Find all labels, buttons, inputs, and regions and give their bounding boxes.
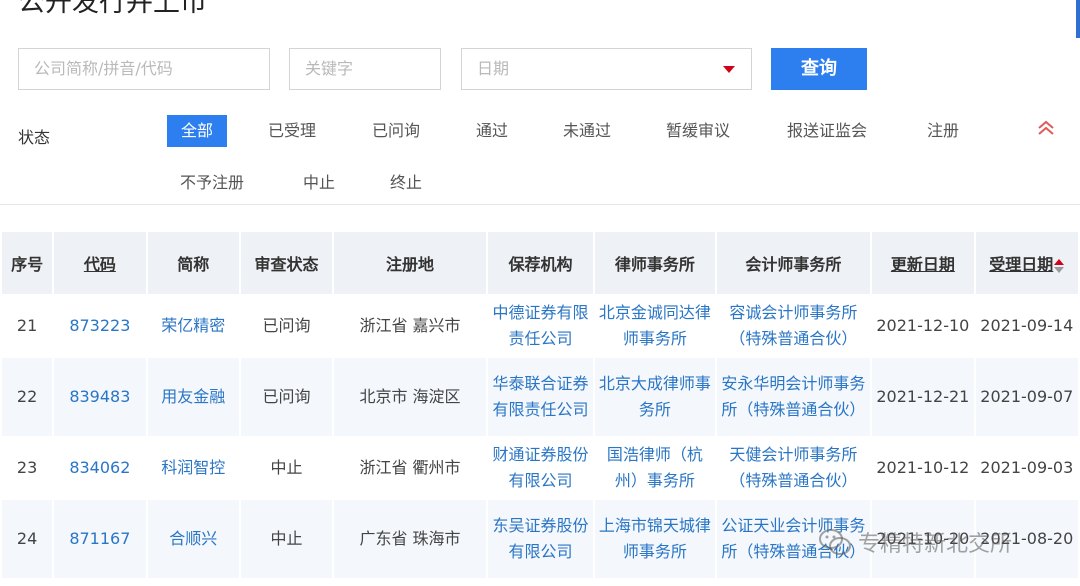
cell-status: 已问询 xyxy=(240,294,333,358)
status-option-not-registered[interactable]: 不予注册 xyxy=(180,167,244,199)
cell-location: 北京市 海淀区 xyxy=(334,358,486,436)
header-accounting-firm: 会计师事务所 xyxy=(716,232,871,294)
date-select[interactable]: 日期 xyxy=(461,48,752,90)
status-option-registered[interactable]: 注册 xyxy=(927,115,959,147)
ipo-table: 序号 代码 简称 审查状态 注册地 保荐机构 律师事务所 会计师事务所 更新日期… xyxy=(0,232,1080,578)
cell-code-link[interactable]: 873223 xyxy=(54,294,146,358)
company-search-input[interactable]: 公司简称/拼音/代码 xyxy=(18,48,270,90)
sort-arrows-icon[interactable] xyxy=(1054,258,1065,274)
cell-law-firm-link[interactable]: 上海市锦天城律师事务所 xyxy=(595,500,715,578)
cell-status: 已问询 xyxy=(240,358,333,436)
cell-name-link[interactable]: 用友金融 xyxy=(147,358,239,436)
cell-location: 广东省 珠海市 xyxy=(334,500,486,578)
status-filter-label: 状态 xyxy=(18,128,51,147)
cell-name-link[interactable]: 荣亿精密 xyxy=(147,294,239,358)
header-status: 审查状态 xyxy=(240,232,333,294)
header-accepted-date[interactable]: 受理日期 xyxy=(975,232,1078,294)
cell-code-link[interactable]: 871167 xyxy=(54,500,146,578)
cell-accepted-date: 2021-09-03 xyxy=(975,436,1078,500)
cell-accounting-firm-link[interactable]: 安永华明会计师事务所（特殊普通合伙） xyxy=(716,358,871,436)
cell-sponsor-link[interactable]: 东吴证券股份有限公司 xyxy=(487,500,594,578)
table-row: 23 834062 科润智控 中止 浙江省 衢州市 财通证券股份有限公司 国浩律… xyxy=(2,436,1078,500)
cell-law-firm-link[interactable]: 北京金诚同达律师事务所 xyxy=(595,294,715,358)
cell-accepted-date: 2021-08-20 xyxy=(975,500,1078,578)
table-row: 24 871167 合顺兴 中止 广东省 珠海市 东吴证券股份有限公司 上海市锦… xyxy=(2,500,1078,578)
status-option-passed[interactable]: 通过 xyxy=(476,115,508,147)
section-divider xyxy=(0,204,1080,205)
cell-code-link[interactable]: 839483 xyxy=(54,358,146,436)
cell-accounting-firm-link[interactable]: 天健会计师事务所（特殊普通合伙） xyxy=(716,436,871,500)
cell-index: 24 xyxy=(2,500,53,578)
header-law-firm: 律师事务所 xyxy=(595,232,715,294)
cell-updated-date: 2021-10-20 xyxy=(872,500,974,578)
cell-status: 中止 xyxy=(240,436,333,500)
query-button[interactable]: 查询 xyxy=(771,48,867,90)
cell-accepted-date: 2021-09-07 xyxy=(975,358,1078,436)
table-row: 21 873223 荣亿精密 已问询 浙江省 嘉兴市 中德证券有限责任公司 北京… xyxy=(2,294,1078,358)
status-option-terminated[interactable]: 终止 xyxy=(390,167,422,199)
cell-law-firm-link[interactable]: 国浩律师（杭州）事务所 xyxy=(595,436,715,500)
status-option-accepted[interactable]: 已受理 xyxy=(268,115,316,147)
cell-accepted-date: 2021-09-14 xyxy=(975,294,1078,358)
status-option-paused[interactable]: 中止 xyxy=(303,167,335,199)
header-location: 注册地 xyxy=(334,232,486,294)
table-row: 22 839483 用友金融 已问询 北京市 海淀区 华泰联合证券有限责任公司 … xyxy=(2,358,1078,436)
header-name: 简称 xyxy=(147,232,239,294)
date-select-placeholder: 日期 xyxy=(477,59,510,78)
cell-index: 21 xyxy=(2,294,53,358)
cell-sponsor-link[interactable]: 华泰联合证券有限责任公司 xyxy=(487,358,594,436)
cell-updated-date: 2021-12-21 xyxy=(872,358,974,436)
header-sponsor: 保荐机构 xyxy=(487,232,594,294)
table-header-row: 序号 代码 简称 审查状态 注册地 保荐机构 律师事务所 会计师事务所 更新日期… xyxy=(2,232,1078,294)
cell-sponsor-link[interactable]: 中德证券有限责任公司 xyxy=(487,294,594,358)
header-index: 序号 xyxy=(2,232,53,294)
status-option-suspended-review[interactable]: 暂缓审议 xyxy=(666,115,730,147)
cell-code-link[interactable]: 834062 xyxy=(54,436,146,500)
status-option-submitted-csrc[interactable]: 报送证监会 xyxy=(787,115,867,147)
status-option-all[interactable]: 全部 xyxy=(167,115,228,147)
cell-name-link[interactable]: 科润智控 xyxy=(147,436,239,500)
scrollbar-thumb[interactable] xyxy=(1076,0,1080,38)
header-code[interactable]: 代码 xyxy=(54,232,146,294)
page-title: 公开发行并上市 xyxy=(18,0,207,18)
cell-name-link[interactable]: 合顺兴 xyxy=(147,500,239,578)
status-option-rejected[interactable]: 未通过 xyxy=(563,115,611,147)
cell-status: 中止 xyxy=(240,500,333,578)
status-option-inquired[interactable]: 已问询 xyxy=(372,115,420,147)
cell-location: 浙江省 嘉兴市 xyxy=(334,294,486,358)
cell-law-firm-link[interactable]: 北京大成律师事务所 xyxy=(595,358,715,436)
cell-accounting-firm-link[interactable]: 容诚会计师事务所（特殊普通合伙） xyxy=(716,294,871,358)
cell-location: 浙江省 衢州市 xyxy=(334,436,486,500)
header-accepted-date-label: 受理日期 xyxy=(989,255,1054,274)
cell-updated-date: 2021-10-12 xyxy=(872,436,974,500)
cell-sponsor-link[interactable]: 财通证券股份有限公司 xyxy=(487,436,594,500)
cell-index: 23 xyxy=(2,436,53,500)
keyword-input[interactable]: 关键字 xyxy=(289,48,441,90)
header-updated-date[interactable]: 更新日期 xyxy=(872,232,974,294)
cell-updated-date: 2021-12-10 xyxy=(872,294,974,358)
collapse-chevron-up-icon[interactable] xyxy=(1036,118,1056,138)
search-bar: 公司简称/拼音/代码 关键字 日期 查询 xyxy=(0,48,1080,90)
cell-accounting-firm-link[interactable]: 公证天业会计师事务所（特殊普通合伙） xyxy=(716,500,871,578)
dropdown-caret-icon xyxy=(723,66,735,73)
cell-index: 22 xyxy=(2,358,53,436)
